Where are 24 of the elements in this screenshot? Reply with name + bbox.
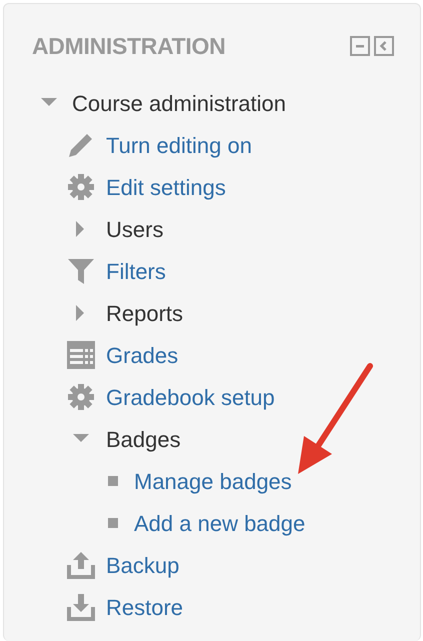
tree-branch-label[interactable]: Course administration (72, 86, 286, 120)
gear-icon (66, 172, 96, 202)
bullet-icon (108, 476, 118, 486)
menu-link[interactable]: Turn editing on (106, 128, 252, 162)
bullet-icon (108, 518, 118, 528)
gear-icon (66, 382, 96, 412)
menu-link[interactable]: Edit settings (106, 170, 226, 204)
funnel-icon (66, 256, 96, 286)
menu-link[interactable]: Add a new badge (134, 506, 306, 540)
minimize-icon[interactable] (350, 36, 370, 56)
table-icon (66, 340, 96, 370)
menu-link[interactable]: Manage badges (134, 464, 292, 498)
menu-link[interactable]: Filters (106, 254, 166, 288)
menu-link[interactable]: Grades (106, 338, 178, 372)
download-icon (66, 592, 96, 622)
tree-branch-label[interactable]: Reports (106, 296, 184, 330)
dock-icon[interactable] (374, 36, 394, 56)
menu-link[interactable]: Gradebook setup (106, 380, 275, 414)
menu-link[interactable]: Backup (106, 548, 180, 582)
tree-branch-label[interactable]: Users (106, 212, 164, 246)
upload-icon (66, 550, 96, 580)
block-title: ADMINISTRATION (32, 32, 226, 61)
menu-link[interactable]: Restore (106, 590, 184, 624)
tree-branch-label[interactable]: Badges (106, 422, 181, 456)
